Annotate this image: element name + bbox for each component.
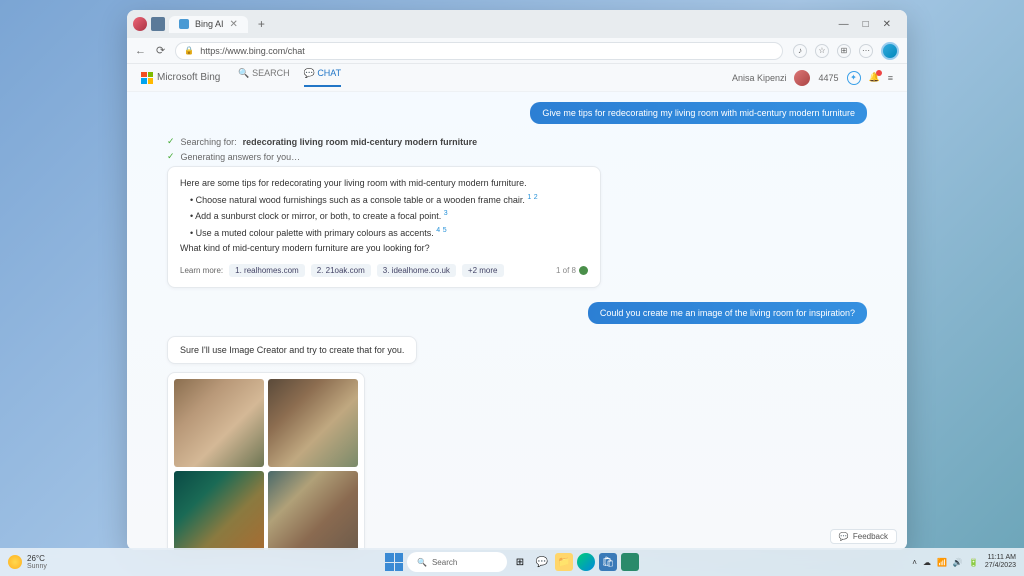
username: Anisa Kipenzi — [732, 73, 787, 83]
start-button[interactable] — [385, 553, 403, 571]
status-searching: ✓ Searching for: redecorating living roo… — [167, 136, 867, 147]
edge-icon[interactable] — [577, 553, 595, 571]
clock[interactable]: 11:11 AM 27/4/2023 — [985, 554, 1016, 569]
url-field[interactable]: 🔒 https://www.bing.com/chat — [175, 42, 783, 60]
generated-image[interactable] — [268, 379, 358, 467]
assistant-answer-card: Here are some tips for redecorating your… — [167, 166, 601, 288]
status-generating: ✓ Generating answers for you… — [167, 151, 867, 162]
check-icon: ✓ — [167, 151, 175, 162]
address-actions: ♪ ☆ ⊞ ⋯ — [793, 42, 899, 60]
learn-more-label: Learn more: — [180, 266, 223, 275]
windows-taskbar: 26°C Sunny 🔍 Search ⊞ 💬 📁 🛍 ˄ ☁ 📶 🔊 🔋 11… — [0, 548, 1024, 576]
browser-window: Bing AI ✕ + — □ ✕ ← ⟳ 🔒 https://www.bing… — [127, 10, 907, 550]
back-button[interactable]: ← — [135, 45, 146, 57]
answer-bullet: • Use a muted colour palette with primar… — [180, 226, 588, 241]
more-icon[interactable]: ⋯ — [859, 44, 873, 58]
answer-intro: Here are some tips for redecorating your… — [180, 177, 588, 191]
new-tab-button[interactable]: + — [252, 17, 271, 31]
image-results-card: Made with Image Creator — [167, 372, 365, 551]
microsoft-logo-icon — [141, 72, 153, 84]
generated-image[interactable] — [174, 379, 264, 467]
turn-counter: 1 of 8 — [556, 266, 588, 275]
sun-icon — [8, 555, 22, 569]
rewards-icon[interactable]: ✦ — [847, 71, 861, 85]
generated-image[interactable] — [174, 471, 264, 551]
tab-chat[interactable]: 💬 CHAT — [304, 68, 342, 87]
hamburger-icon[interactable]: ≡ — [888, 73, 893, 83]
source-chip[interactable]: 2. 21oak.com — [311, 264, 371, 277]
window-controls: — □ ✕ — [839, 19, 901, 30]
tab-title: Bing AI — [195, 19, 224, 29]
citation-link[interactable]: 2 — [534, 194, 538, 201]
user-message: Could you create me an image of the livi… — [588, 302, 867, 324]
source-chip[interactable]: 3. idealhome.co.uk — [377, 264, 456, 277]
app-icon[interactable] — [621, 553, 639, 571]
assistant-answer: Sure I'll use Image Creator and try to c… — [167, 336, 417, 364]
notifications-icon[interactable]: 🔔 — [869, 72, 880, 83]
system-tray: ˄ ☁ 📶 🔊 🔋 11:11 AM 27/4/2023 — [912, 554, 1016, 569]
chat-icon[interactable]: 💬 — [533, 553, 551, 571]
collections-icon[interactable]: ⊞ — [837, 44, 851, 58]
learn-more-row: Learn more: 1. realhomes.com 2. 21oak.co… — [180, 264, 588, 277]
feedback-icon: 💬 — [839, 532, 849, 541]
read-aloud-icon[interactable]: ♪ — [793, 44, 807, 58]
temperature: 26°C — [27, 554, 47, 563]
bing-favicon-icon — [179, 19, 189, 29]
onedrive-icon[interactable]: ☁ — [923, 558, 931, 567]
browser-tab[interactable]: Bing AI ✕ — [169, 16, 248, 33]
source-chip[interactable]: 1. realhomes.com — [229, 264, 305, 277]
user-message: Give me tips for redecorating my living … — [530, 102, 867, 124]
address-bar: ← ⟳ 🔒 https://www.bing.com/chat ♪ ☆ ⊞ ⋯ — [127, 38, 907, 64]
bing-nav-tabs: 🔍 SEARCH 💬 CHAT — [238, 68, 341, 87]
citation-link[interactable]: 1 — [527, 194, 531, 201]
generated-image[interactable] — [268, 471, 358, 551]
weather-condition: Sunny — [27, 563, 47, 570]
microsoft-bing-logo[interactable]: Microsoft Bing — [141, 72, 220, 84]
profile-avatar-icon[interactable] — [133, 17, 147, 31]
citation-link[interactable]: 4 — [436, 227, 440, 234]
answer-bullet: • Choose natural wood furnishings such a… — [180, 193, 588, 208]
tray-chevron-icon[interactable]: ˄ — [912, 558, 917, 567]
battery-icon[interactable]: 🔋 — [969, 558, 979, 567]
feedback-button[interactable]: 💬 Feedback — [830, 529, 897, 544]
explorer-icon[interactable]: 📁 — [555, 553, 573, 571]
taskbar-center: 🔍 Search ⊞ 💬 📁 🛍 — [385, 552, 639, 572]
wifi-icon[interactable]: 📶 — [937, 558, 947, 567]
store-icon[interactable]: 🛍 — [599, 553, 617, 571]
task-view-icon[interactable]: ⊞ — [511, 553, 529, 571]
check-icon: ✓ — [167, 136, 175, 147]
taskbar-search[interactable]: 🔍 Search — [407, 552, 507, 572]
volume-icon[interactable]: 🔊 — [953, 558, 963, 567]
citation-link[interactable]: 5 — [443, 227, 447, 234]
tab-search[interactable]: 🔍 SEARCH — [238, 68, 289, 87]
weather-widget[interactable]: 26°C Sunny — [8, 554, 47, 570]
bing-user-area: Anisa Kipenzi 4475 ✦ 🔔 ≡ — [732, 70, 893, 86]
lock-icon: 🔒 — [184, 46, 194, 55]
citation-link[interactable]: 3 — [444, 210, 448, 217]
chat-area: Give me tips for redecorating my living … — [127, 92, 907, 550]
more-sources-chip[interactable]: +2 more — [462, 264, 504, 277]
user-avatar[interactable] — [794, 70, 810, 86]
favorite-icon[interactable]: ☆ — [815, 44, 829, 58]
answer-bullet: • Add a sunburst clock or mirror, or bot… — [180, 209, 588, 224]
minimize-button[interactable]: — — [839, 19, 849, 30]
bing-header: Microsoft Bing 🔍 SEARCH 💬 CHAT Anisa Kip… — [127, 64, 907, 92]
points-count: 4475 — [818, 73, 838, 83]
url-text: https://www.bing.com/chat — [200, 46, 305, 56]
maximize-button[interactable]: □ — [863, 19, 869, 30]
refresh-button[interactable]: ⟳ — [156, 44, 165, 57]
bing-sidebar-icon[interactable] — [881, 42, 899, 60]
brand-text: Microsoft Bing — [157, 72, 220, 83]
answer-followup: What kind of mid-century modern furnitur… — [180, 242, 588, 256]
close-window-button[interactable]: ✕ — [883, 19, 891, 30]
close-tab-icon[interactable]: ✕ — [230, 19, 238, 30]
tab-bar: Bing AI ✕ + — □ ✕ — [127, 10, 907, 38]
workspaces-icon[interactable] — [151, 17, 165, 31]
